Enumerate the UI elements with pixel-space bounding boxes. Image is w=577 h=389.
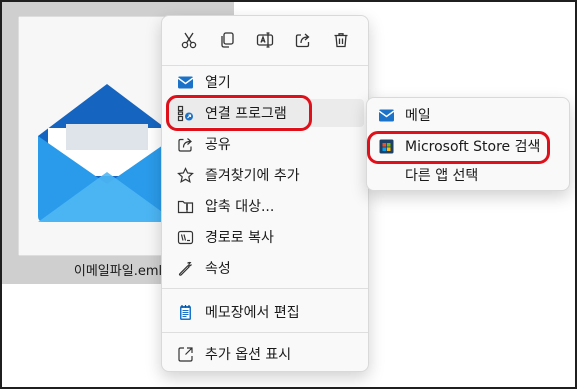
zip-folder-icon — [176, 197, 194, 215]
copy-icon — [221, 32, 234, 48]
store-icon — [377, 137, 395, 155]
submenu-item-label: 다른 앱 선택 — [405, 168, 479, 184]
star-icon — [176, 166, 194, 184]
menu-item-open-with[interactable]: 연결 프로그램 — [166, 99, 364, 127]
menu-item-share[interactable]: 공유 — [166, 130, 364, 158]
open-with-submenu: 메일 Microsoft Store 검색 다른 앱 선택 — [366, 97, 570, 191]
mail-app-icon — [176, 73, 194, 91]
menu-item-label: 연결 프로그램 — [205, 106, 287, 122]
copy-path-icon — [176, 228, 194, 246]
cut-button[interactable] — [174, 25, 204, 55]
menu-item-label: 속성 — [205, 261, 231, 277]
submenu-item-store-search[interactable]: Microsoft Store 검색 — [371, 132, 565, 160]
context-menu: 열기 연결 프로그램 공유 즐겨찾기에 추가 압축 대상... 경로로 복사 속… — [161, 15, 369, 372]
submenu-item-label: 메일 — [405, 108, 431, 124]
menu-divider — [162, 288, 368, 289]
submenu-item-mail[interactable]: 메일 — [371, 101, 565, 129]
menu-item-properties[interactable]: 속성 — [166, 254, 364, 282]
expand-icon — [176, 345, 194, 363]
menu-item-label: 경로로 복사 — [205, 230, 274, 246]
share-icon — [176, 135, 194, 153]
submenu-item-choose-app[interactable]: 다른 앱 선택 — [371, 161, 565, 189]
menu-item-label: 열기 — [205, 75, 231, 91]
wrench-icon — [176, 259, 194, 277]
delete-icon — [334, 33, 348, 48]
menu-divider — [162, 332, 368, 333]
menu-item-compress[interactable]: 압축 대상... — [166, 192, 364, 220]
menu-item-add-favorites[interactable]: 즐겨찾기에 추가 — [166, 161, 364, 189]
mail-app-icon — [377, 106, 395, 124]
copy-button[interactable] — [212, 25, 242, 55]
share-button[interactable] — [288, 25, 318, 55]
share-icon — [295, 33, 310, 48]
menu-item-label: 공유 — [205, 137, 231, 153]
menu-item-copy-path[interactable]: 경로로 복사 — [166, 223, 364, 251]
submenu-item-label: Microsoft Store 검색 — [405, 139, 541, 155]
menu-divider — [162, 65, 368, 66]
open-with-icon — [176, 104, 194, 122]
rename-icon — [256, 32, 274, 48]
menu-item-label: 추가 옵션 표시 — [205, 347, 292, 363]
menu-item-open[interactable]: 열기 — [166, 68, 364, 96]
menu-item-more-options[interactable]: 추가 옵션 표시 — [166, 340, 364, 368]
menu-item-label: 압축 대상... — [205, 199, 275, 215]
context-toolbar — [162, 16, 368, 64]
menu-item-label: 즐겨찾기에 추가 — [205, 168, 300, 184]
notepad-icon — [176, 303, 194, 321]
rename-button[interactable] — [250, 25, 280, 55]
menu-item-label: 메모장에서 편집 — [205, 305, 300, 321]
delete-button[interactable] — [326, 25, 356, 55]
cut-icon — [181, 32, 197, 49]
menu-item-edit-notepad[interactable]: 메모장에서 편집 — [166, 298, 364, 326]
